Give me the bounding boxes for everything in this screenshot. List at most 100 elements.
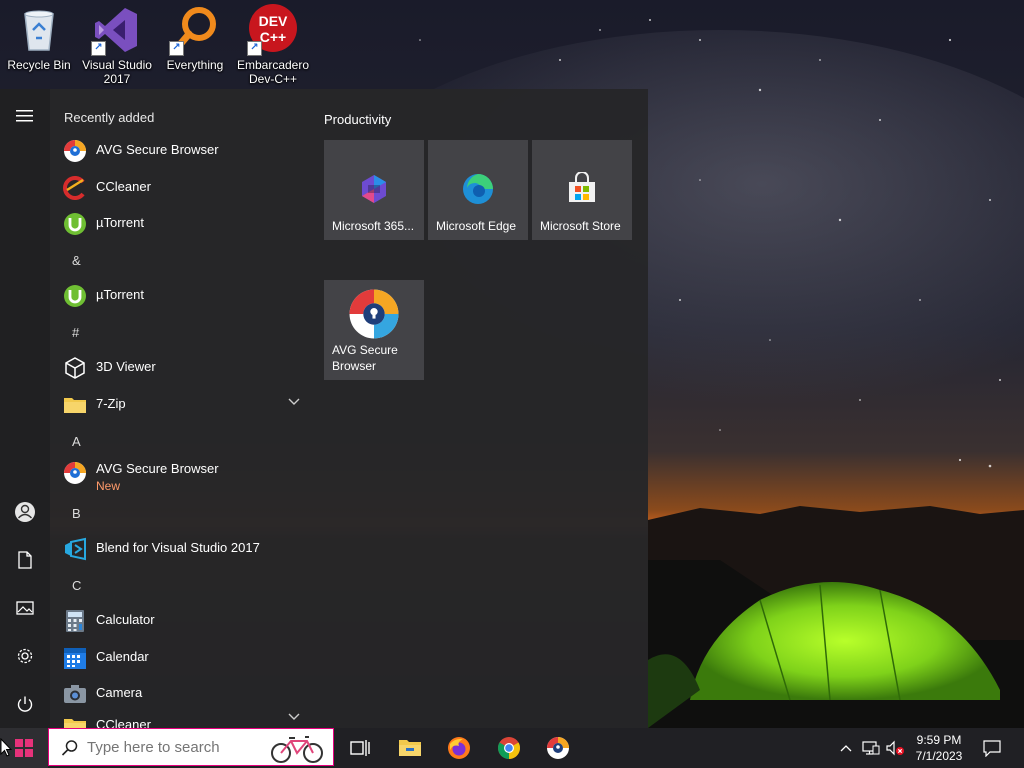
shortcut-arrow-icon: ↗ (91, 41, 106, 56)
clock-time: 9:59 PM (916, 733, 962, 747)
desktop-icon-everything[interactable]: ↗ Everything (157, 4, 233, 72)
tile-avg-secure-browser[interactable]: AVG Secure Browser (324, 280, 424, 380)
avg-browser-icon (547, 737, 569, 759)
avg-browser-taskbar-button[interactable] (534, 728, 582, 768)
task-view-icon (350, 740, 370, 756)
list-item-blend-vs2017[interactable]: Blend for Visual Studio 2017 (50, 532, 308, 566)
app-name: µTorrent (96, 287, 144, 302)
search-input[interactable] (87, 739, 267, 756)
svg-text:C++: C++ (260, 29, 286, 45)
search-icon (61, 740, 78, 756)
volume-muted-icon (886, 740, 904, 756)
desktop-icon-label: Everything (166, 58, 224, 72)
tile-microsoft-365[interactable]: Microsoft 365... (324, 140, 424, 240)
app-name: 7-Zip (96, 396, 126, 411)
settings-button[interactable] (0, 636, 50, 676)
section-letter-hash[interactable]: # (72, 325, 79, 340)
section-letter-c[interactable]: C (72, 578, 81, 593)
app-name: Calendar (96, 649, 149, 664)
cube-icon (65, 357, 85, 379)
chevron-up-icon (840, 745, 852, 752)
pictures-icon (16, 601, 34, 615)
section-letter-b[interactable]: B (72, 506, 81, 521)
taskbar-clock[interactable]: 9:59 PM 7/1/2023 (905, 732, 973, 764)
tile-label: Microsoft Store (540, 219, 621, 233)
avg-browser-icon (64, 140, 86, 162)
tile-microsoft-edge[interactable]: Microsoft Edge (428, 140, 528, 240)
tile-label: AVG Secure Browser (332, 343, 398, 373)
desktop-icon-label: Embarcadero Dev-C++ (236, 58, 310, 86)
hamburger-icon (16, 110, 33, 122)
desktop-icon-devcpp[interactable]: DEV C++ ↗ Embarcadero Dev-C++ (235, 4, 311, 86)
windows-logo-icon (15, 739, 33, 757)
section-letter-ampersand[interactable]: & (72, 253, 81, 268)
shortcut-arrow-icon: ↗ (247, 41, 262, 56)
app-name: AVG Secure Browser (96, 142, 219, 157)
app-name: CCleaner (96, 179, 151, 194)
folder-icon (64, 398, 86, 413)
ccleaner-icon (63, 176, 85, 200)
documents-button[interactable] (0, 540, 50, 580)
list-item-calculator[interactable]: Calculator (50, 604, 308, 638)
chrome-button[interactable] (485, 728, 533, 768)
settings-icon (17, 648, 33, 664)
tile-microsoft-store[interactable]: Microsoft Store (532, 140, 632, 240)
tiles-area: Productivity Microsoft 365... Microsoft … (312, 89, 648, 728)
recently-added-header: Recently added (64, 110, 155, 125)
file-explorer-button[interactable] (386, 728, 434, 768)
list-item-ccleaner-folder[interactable]: CCleaner (50, 709, 308, 728)
recycle-bin-icon (13, 4, 65, 56)
list-item-avg-secure-browser-new[interactable]: AVG Secure Browser New (50, 453, 308, 495)
desktop-icon-visual-studio[interactable]: ↗ Visual Studio 2017 (79, 4, 155, 86)
app-name: AVG Secure Browser (96, 461, 219, 476)
app-name: Blend for Visual Studio 2017 (96, 540, 260, 555)
edge-icon (463, 174, 493, 204)
action-center-button[interactable] (976, 728, 1008, 768)
microsoft-365-icon (362, 175, 386, 203)
start-menu: Recently added AVG Secure Browser CClean… (0, 89, 648, 728)
desktop-icon-label: Recycle Bin (7, 58, 71, 72)
list-item-ccleaner[interactable]: CCleaner (50, 171, 308, 205)
app-name: µTorrent (96, 215, 144, 230)
list-item-utorrent[interactable]: µTorrent (50, 207, 308, 241)
firefox-button[interactable] (435, 728, 483, 768)
pictures-button[interactable] (0, 588, 50, 628)
desktop-icon-label: Visual Studio 2017 (82, 58, 152, 86)
calculator-icon (66, 610, 84, 632)
list-item-camera[interactable]: Camera (50, 677, 308, 711)
desktop-icon-recycle-bin[interactable]: Recycle Bin (1, 4, 77, 72)
user-account-button[interactable] (0, 492, 50, 532)
blend-icon (65, 537, 86, 561)
chrome-icon (498, 737, 520, 759)
network-icon (862, 741, 880, 755)
documents-icon (18, 551, 32, 569)
tile-group-title[interactable]: Productivity (324, 112, 391, 127)
expand-menu-button[interactable] (0, 96, 50, 136)
network-button[interactable] (860, 728, 882, 768)
volume-button[interactable] (884, 728, 906, 768)
chevron-down-icon (288, 398, 300, 405)
mouse-cursor-icon (0, 738, 12, 757)
firefox-icon (448, 737, 470, 759)
taskbar-search-box[interactable] (48, 728, 334, 766)
camera-icon (64, 685, 86, 703)
list-item-calendar[interactable]: Calendar (50, 641, 308, 675)
list-item-utorrent[interactable]: µTorrent (50, 279, 308, 313)
everything-search-icon: ↗ (169, 4, 221, 56)
list-item-avg-secure-browser[interactable]: AVG Secure Browser (50, 134, 308, 168)
list-item-7zip-folder[interactable]: 7-Zip (50, 388, 308, 422)
app-name: CCleaner (96, 717, 151, 728)
tile-label: Microsoft 365... (332, 219, 415, 233)
app-list: Recently added AVG Secure Browser CClean… (50, 89, 312, 728)
devcpp-logo-icon: DEV C++ ↗ (247, 4, 299, 56)
clock-date: 7/1/2023 (915, 749, 963, 763)
show-hidden-icons-button[interactable] (836, 728, 856, 768)
shortcut-arrow-icon: ↗ (169, 41, 184, 56)
section-letter-a[interactable]: A (72, 434, 81, 449)
task-view-button[interactable] (336, 728, 384, 768)
calendar-icon (64, 648, 86, 669)
start-rail (0, 89, 50, 728)
list-item-3d-viewer[interactable]: 3D Viewer (50, 351, 308, 385)
visual-studio-icon: ↗ (91, 4, 143, 56)
power-button[interactable] (0, 684, 50, 724)
